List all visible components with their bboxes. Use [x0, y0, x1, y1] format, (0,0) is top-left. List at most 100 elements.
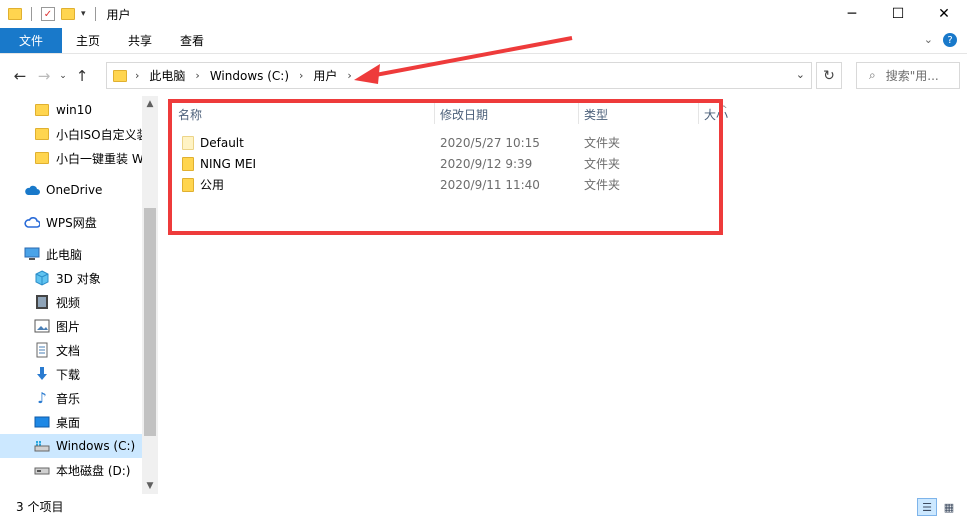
desktop-icon — [34, 414, 50, 430]
search-icon: ⌕ — [869, 68, 876, 82]
status-bar: 3 个项目 ☰ ▦ — [0, 494, 967, 519]
help-icon[interactable]: ? — [943, 33, 957, 47]
sidebar-item-3d-objects[interactable]: 3D 对象 — [0, 266, 142, 290]
sidebar-item-pictures[interactable]: 图片 — [0, 314, 142, 338]
sidebar-item-onedrive[interactable]: OneDrive — [0, 178, 142, 202]
file-type: 文件夹 — [584, 136, 621, 150]
scroll-up-chevron-icon[interactable]: ▲ — [142, 96, 158, 112]
navigation-bar: ← → ⌄ ↑ › 此电脑 › Windows (C:) › 用户 › ⌄ ↻ … — [0, 60, 967, 92]
sidebar-item-label: win10 — [56, 103, 93, 117]
download-icon — [34, 366, 50, 382]
file-list: 名称 修改日期 类型 大小 ^ Default 2020/5/27 10:15 … — [168, 96, 967, 494]
cloud-icon — [24, 182, 40, 198]
sidebar-item-desktop[interactable]: 桌面 — [0, 410, 142, 434]
sidebar-item-label: 视频 — [56, 295, 81, 310]
table-row[interactable]: 公用 2020/9/11 11:40 文件夹 — [178, 174, 708, 195]
file-date: 2020/9/11 11:40 — [440, 177, 540, 192]
address-dropdown-chevron-icon[interactable]: ⌄ — [796, 68, 805, 81]
sidebar-item-label: 音乐 — [56, 391, 81, 406]
breadcrumb-users[interactable]: 用户 — [313, 67, 337, 84]
maximize-button[interactable]: ☐ — [875, 0, 921, 28]
document-icon — [34, 342, 50, 358]
folder-icon — [113, 69, 127, 82]
chevron-right-icon[interactable]: › — [135, 69, 139, 82]
scroll-thumb[interactable] — [144, 208, 156, 436]
sidebar-item-label: 3D 对象 — [56, 271, 101, 286]
sidebar-item-wps-cloud[interactable]: WPS网盘 — [0, 210, 142, 234]
details-view-icon[interactable]: ☰ — [917, 498, 937, 516]
sidebar-item-local-disk-d[interactable]: 本地磁盘 (D:) — [0, 458, 142, 482]
chevron-right-icon[interactable]: › — [299, 69, 303, 82]
window-controls: ─ ☐ ✕ — [829, 0, 967, 28]
sidebar-item-documents[interactable]: 文档 — [0, 338, 142, 362]
new-folder-icon[interactable] — [61, 8, 75, 20]
cube-icon — [34, 270, 50, 286]
tab-home[interactable]: 主页 — [62, 28, 114, 53]
close-button[interactable]: ✕ — [921, 0, 967, 28]
refresh-button[interactable]: ↻ — [816, 62, 842, 89]
folder-icon — [8, 8, 22, 20]
file-type: 文件夹 — [584, 178, 621, 192]
column-divider[interactable] — [578, 102, 579, 124]
tab-share[interactable]: 共享 — [114, 28, 166, 53]
sidebar-item-label: 此电脑 — [46, 247, 83, 262]
sidebar-item-xiaobai-onekey[interactable]: 小白一键重装 W — [0, 146, 142, 170]
sidebar-item-videos[interactable]: 视频 — [0, 290, 142, 314]
sidebar-item-label: 下载 — [56, 367, 81, 382]
minimize-button[interactable]: ─ — [829, 0, 875, 28]
table-row[interactable]: NING MEI 2020/9/12 9:39 文件夹 — [178, 153, 708, 174]
forward-button[interactable]: → — [32, 64, 56, 88]
properties-icon[interactable]: ✓ — [41, 7, 55, 21]
sidebar-item-win10[interactable]: win10 — [0, 98, 142, 122]
item-count: 3 个项目 — [16, 500, 64, 514]
quick-access-toolbar: ✓ ▾ — [0, 7, 99, 21]
column-header-date[interactable]: 修改日期 — [440, 104, 488, 124]
sidebar-item-label: 小白ISO自定义装 — [56, 127, 142, 142]
file-name-cell: Default — [182, 135, 244, 150]
sidebar-item-label: Windows (C:) — [56, 439, 136, 453]
divider — [94, 7, 96, 21]
drive-icon — [34, 462, 50, 478]
sidebar-item-windows-c[interactable]: Windows (C:) — [0, 434, 142, 458]
sidebar-item-xiaobai-iso[interactable]: 小白ISO自定义装 — [0, 122, 142, 146]
sidebar-item-this-pc[interactable]: 此电脑 — [0, 242, 142, 266]
column-divider[interactable] — [698, 102, 699, 124]
table-row[interactable]: Default 2020/5/27 10:15 文件夹 — [178, 132, 708, 153]
chevron-right-icon[interactable]: › — [195, 69, 199, 82]
back-button[interactable]: ← — [8, 64, 32, 88]
sort-chevron-icon: ^ — [720, 105, 728, 115]
sidebar-item-label: 文档 — [56, 343, 81, 358]
tab-file[interactable]: 文件 — [0, 28, 62, 53]
folder-icon — [182, 177, 194, 192]
sidebar-item-label: WPS网盘 — [46, 215, 97, 230]
address-bar[interactable]: › 此电脑 › Windows (C:) › 用户 › ⌄ — [106, 62, 812, 89]
sidebar-item-music[interactable]: ♪ 音乐 — [0, 386, 142, 410]
sidebar-item-label: 小白一键重装 W — [56, 151, 142, 166]
ribbon-tabs: 文件 主页 共享 查看 ⌄ ? — [0, 28, 967, 54]
scroll-down-chevron-icon[interactable]: ▼ — [142, 478, 158, 494]
sidebar-item-label: 图片 — [56, 319, 81, 334]
video-icon — [34, 294, 50, 310]
up-button[interactable]: ↑ — [70, 64, 94, 88]
sidebar-item-label: 本地磁盘 (D:) — [56, 463, 131, 478]
sidebar-scrollbar[interactable]: ▲ ▼ — [142, 96, 158, 494]
breadcrumb-this-pc[interactable]: 此电脑 — [149, 67, 185, 84]
search-input[interactable]: ⌕ 搜索"用... — [856, 62, 960, 89]
recent-locations-chevron-icon[interactable]: ⌄ — [56, 64, 70, 88]
tab-view[interactable]: 查看 — [166, 28, 218, 53]
window-title: 用户 — [106, 7, 131, 22]
folder-icon — [182, 156, 194, 171]
computer-icon — [24, 246, 40, 262]
search-placeholder: 搜索"用... — [885, 69, 939, 83]
customize-chevron-icon[interactable]: ▾ — [81, 9, 86, 19]
picture-icon — [34, 318, 50, 334]
expand-ribbon-chevron-icon[interactable]: ⌄ — [924, 33, 933, 47]
large-icons-view-icon[interactable]: ▦ — [939, 498, 959, 516]
breadcrumb-windows-c[interactable]: Windows (C:) — [210, 69, 289, 83]
column-header-name[interactable]: 名称 — [178, 104, 202, 124]
column-header-type[interactable]: 类型 — [584, 104, 608, 124]
column-divider[interactable] — [434, 102, 435, 124]
sidebar-item-downloads[interactable]: 下载 — [0, 362, 142, 386]
chevron-right-icon[interactable]: › — [347, 69, 351, 82]
folder-icon — [34, 102, 50, 118]
